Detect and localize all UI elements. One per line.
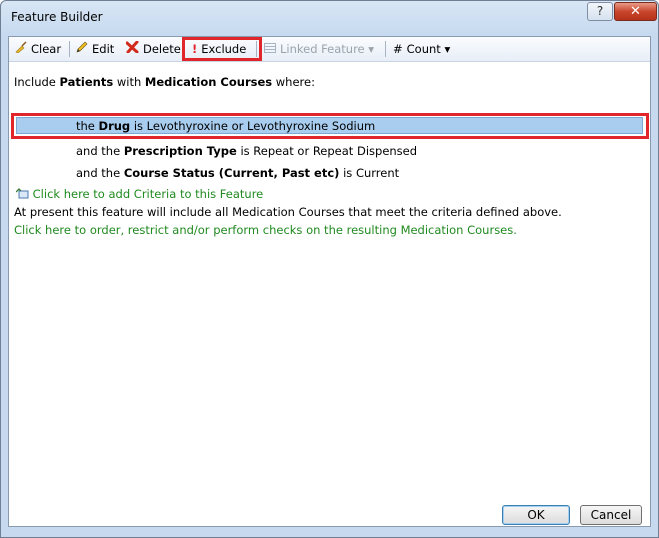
close-button[interactable]: ✕	[614, 2, 657, 21]
prescription-type-field[interactable]: Prescription Type	[124, 144, 237, 158]
ok-button[interactable]: OK	[502, 505, 570, 525]
window-title: Feature Builder	[11, 10, 103, 24]
toolbar-separator	[385, 41, 386, 57]
add-criteria-link[interactable]: Click here to add Criteria to this Featu…	[15, 186, 264, 202]
course-status-value[interactable]: Current	[356, 166, 399, 180]
and-the-text: and the	[76, 144, 121, 158]
linked-feature-label: Linked Feature	[280, 42, 365, 56]
is-text: is	[343, 166, 353, 180]
where-text: where:	[275, 75, 315, 89]
chevron-down-icon: ▾	[444, 42, 451, 56]
is-text: is	[240, 144, 250, 158]
count-button[interactable]: # Count ▾	[393, 41, 450, 57]
include-prefix: Include	[14, 75, 56, 89]
broom-icon	[15, 41, 27, 57]
add-criteria-label: Click here to add Criteria to this Featu…	[32, 187, 264, 201]
edit-label: Edit	[92, 42, 115, 56]
hash-icon: #	[393, 42, 403, 56]
entity-link[interactable]: Patients	[60, 75, 114, 89]
clear-button[interactable]: Clear	[15, 41, 61, 57]
course-link[interactable]: Medication Courses	[145, 75, 272, 89]
delete-label: Delete	[143, 42, 181, 56]
info-text: At present this feature will include all…	[14, 205, 562, 219]
red-x-icon	[125, 40, 139, 57]
drug-row-highlight	[11, 113, 649, 139]
feature-builder-window: Feature Builder ? ✕ Clear Edit Delete ! E…	[0, 0, 659, 538]
help-button[interactable]: ?	[587, 2, 613, 21]
course-status-field[interactable]: Course Status (Current, Past etc)	[124, 166, 340, 180]
prescription-type-value[interactable]: Repeat or Repeat Dispensed	[253, 144, 417, 158]
include-line: Include Patients with Medication Courses…	[14, 74, 315, 90]
prescription-criterion[interactable]: and the Prescription Type is Repeat or R…	[76, 143, 417, 159]
exclude-highlight	[182, 37, 262, 61]
order-restrict-link[interactable]: Click here to order, restrict and/or per…	[14, 222, 517, 238]
delete-button[interactable]: Delete	[125, 40, 181, 57]
toolbar: Clear Edit Delete ! Exclude Linked Featur…	[9, 37, 650, 62]
chevron-down-icon: ▾	[368, 42, 375, 56]
add-criteria-icon	[15, 187, 29, 201]
cancel-button[interactable]: Cancel	[580, 505, 642, 525]
linked-feature-button[interactable]: Linked Feature ▾	[264, 41, 374, 57]
count-label: Count	[406, 42, 441, 56]
clear-label: Clear	[31, 42, 62, 56]
course-status-criterion[interactable]: and the Course Status (Current, Past etc…	[76, 165, 399, 181]
toolbar-separator	[69, 41, 70, 57]
client-area: Clear Edit Delete ! Exclude Linked Featur…	[8, 36, 651, 527]
with-text: with	[116, 75, 142, 89]
table-icon	[264, 41, 276, 57]
title-bar: Feature Builder ? ✕	[1, 1, 658, 35]
pencil-icon	[76, 41, 88, 57]
and-the-text: and the	[76, 166, 121, 180]
edit-button[interactable]: Edit	[76, 41, 114, 57]
